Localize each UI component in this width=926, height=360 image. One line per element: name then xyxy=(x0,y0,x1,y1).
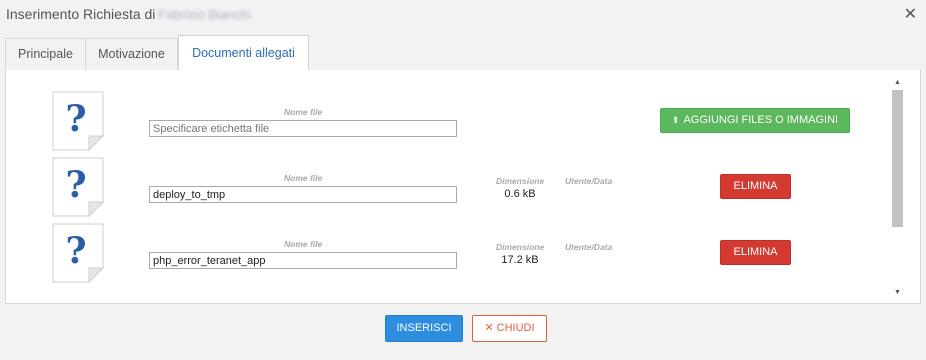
dialog-title-user: Fabrizio Bianchi xyxy=(158,7,251,22)
file-name-input[interactable] xyxy=(149,186,457,203)
file-label-input[interactable] xyxy=(149,120,457,137)
add-files-button[interactable]: ⬆ AGGIUNGI FILES O IMMAGINI xyxy=(660,108,850,133)
close-button-label: CHIUDI xyxy=(496,322,535,334)
close-icon[interactable]: ✕ xyxy=(904,4,917,24)
size-column-label: Dimensione xyxy=(496,242,545,252)
name-column-label: Nome file xyxy=(284,173,323,183)
unknown-file-icon xyxy=(52,157,104,217)
delete-file-button[interactable]: ELIMINA xyxy=(720,240,791,265)
panel-scrollbar[interactable]: ▲ ▼ xyxy=(891,78,904,298)
tab-principale[interactable]: Principale xyxy=(5,38,86,70)
scroll-up-arrow-icon[interactable]: ▲ xyxy=(891,78,904,88)
dialog-title: Inserimento Richiesta di Fabrizio Bianchi xyxy=(6,6,251,22)
tab-documenti-allegati[interactable]: Documenti allegati xyxy=(178,35,309,71)
user-date-column-label: Utente/Data xyxy=(565,176,613,186)
name-column-label: Nome file xyxy=(284,239,323,249)
scroll-track[interactable] xyxy=(892,90,903,286)
documents-panel: Nome file ⬆AGGIUNGI FILES O IMMAGINI Nom… xyxy=(5,70,921,304)
scroll-thumb[interactable] xyxy=(892,90,903,227)
scroll-down-arrow-icon[interactable]: ▼ xyxy=(891,288,904,298)
file-row: Nome file Dimensione Utente/Data 17.2 kB… xyxy=(6,223,886,289)
file-size: 0.6 kB xyxy=(504,188,536,200)
insert-button[interactable]: INSERISCI xyxy=(385,315,463,342)
unknown-file-icon xyxy=(52,223,104,283)
name-column-label: Nome file xyxy=(284,107,323,117)
delete-file-button[interactable]: ELIMINA xyxy=(720,174,791,199)
dialog-titlebar: Inserimento Richiesta di Fabrizio Bianchi… xyxy=(0,0,926,30)
size-column-label: Dimensione xyxy=(496,176,545,186)
dialog-title-text: Inserimento Richiesta di xyxy=(6,6,156,22)
add-files-label: AGGIUNGI FILES O IMMAGINI xyxy=(683,114,839,126)
tab-motivazione[interactable]: Motivazione xyxy=(85,38,178,70)
close-x-icon: ✕ xyxy=(484,322,494,334)
user-date-column-label: Utente/Data xyxy=(565,242,613,252)
file-size: 17.2 kB xyxy=(501,254,539,266)
upload-arrow-icon: ⬆ xyxy=(671,115,680,125)
new-file-row: Nome file ⬆AGGIUNGI FILES O IMMAGINI xyxy=(6,91,886,157)
file-row: Nome file Dimensione Utente/Data 0.6 kB … xyxy=(6,157,886,223)
file-name-input[interactable] xyxy=(149,252,457,269)
unknown-file-icon xyxy=(52,91,104,151)
close-button[interactable]: ✕ CHIUDI xyxy=(472,315,547,342)
